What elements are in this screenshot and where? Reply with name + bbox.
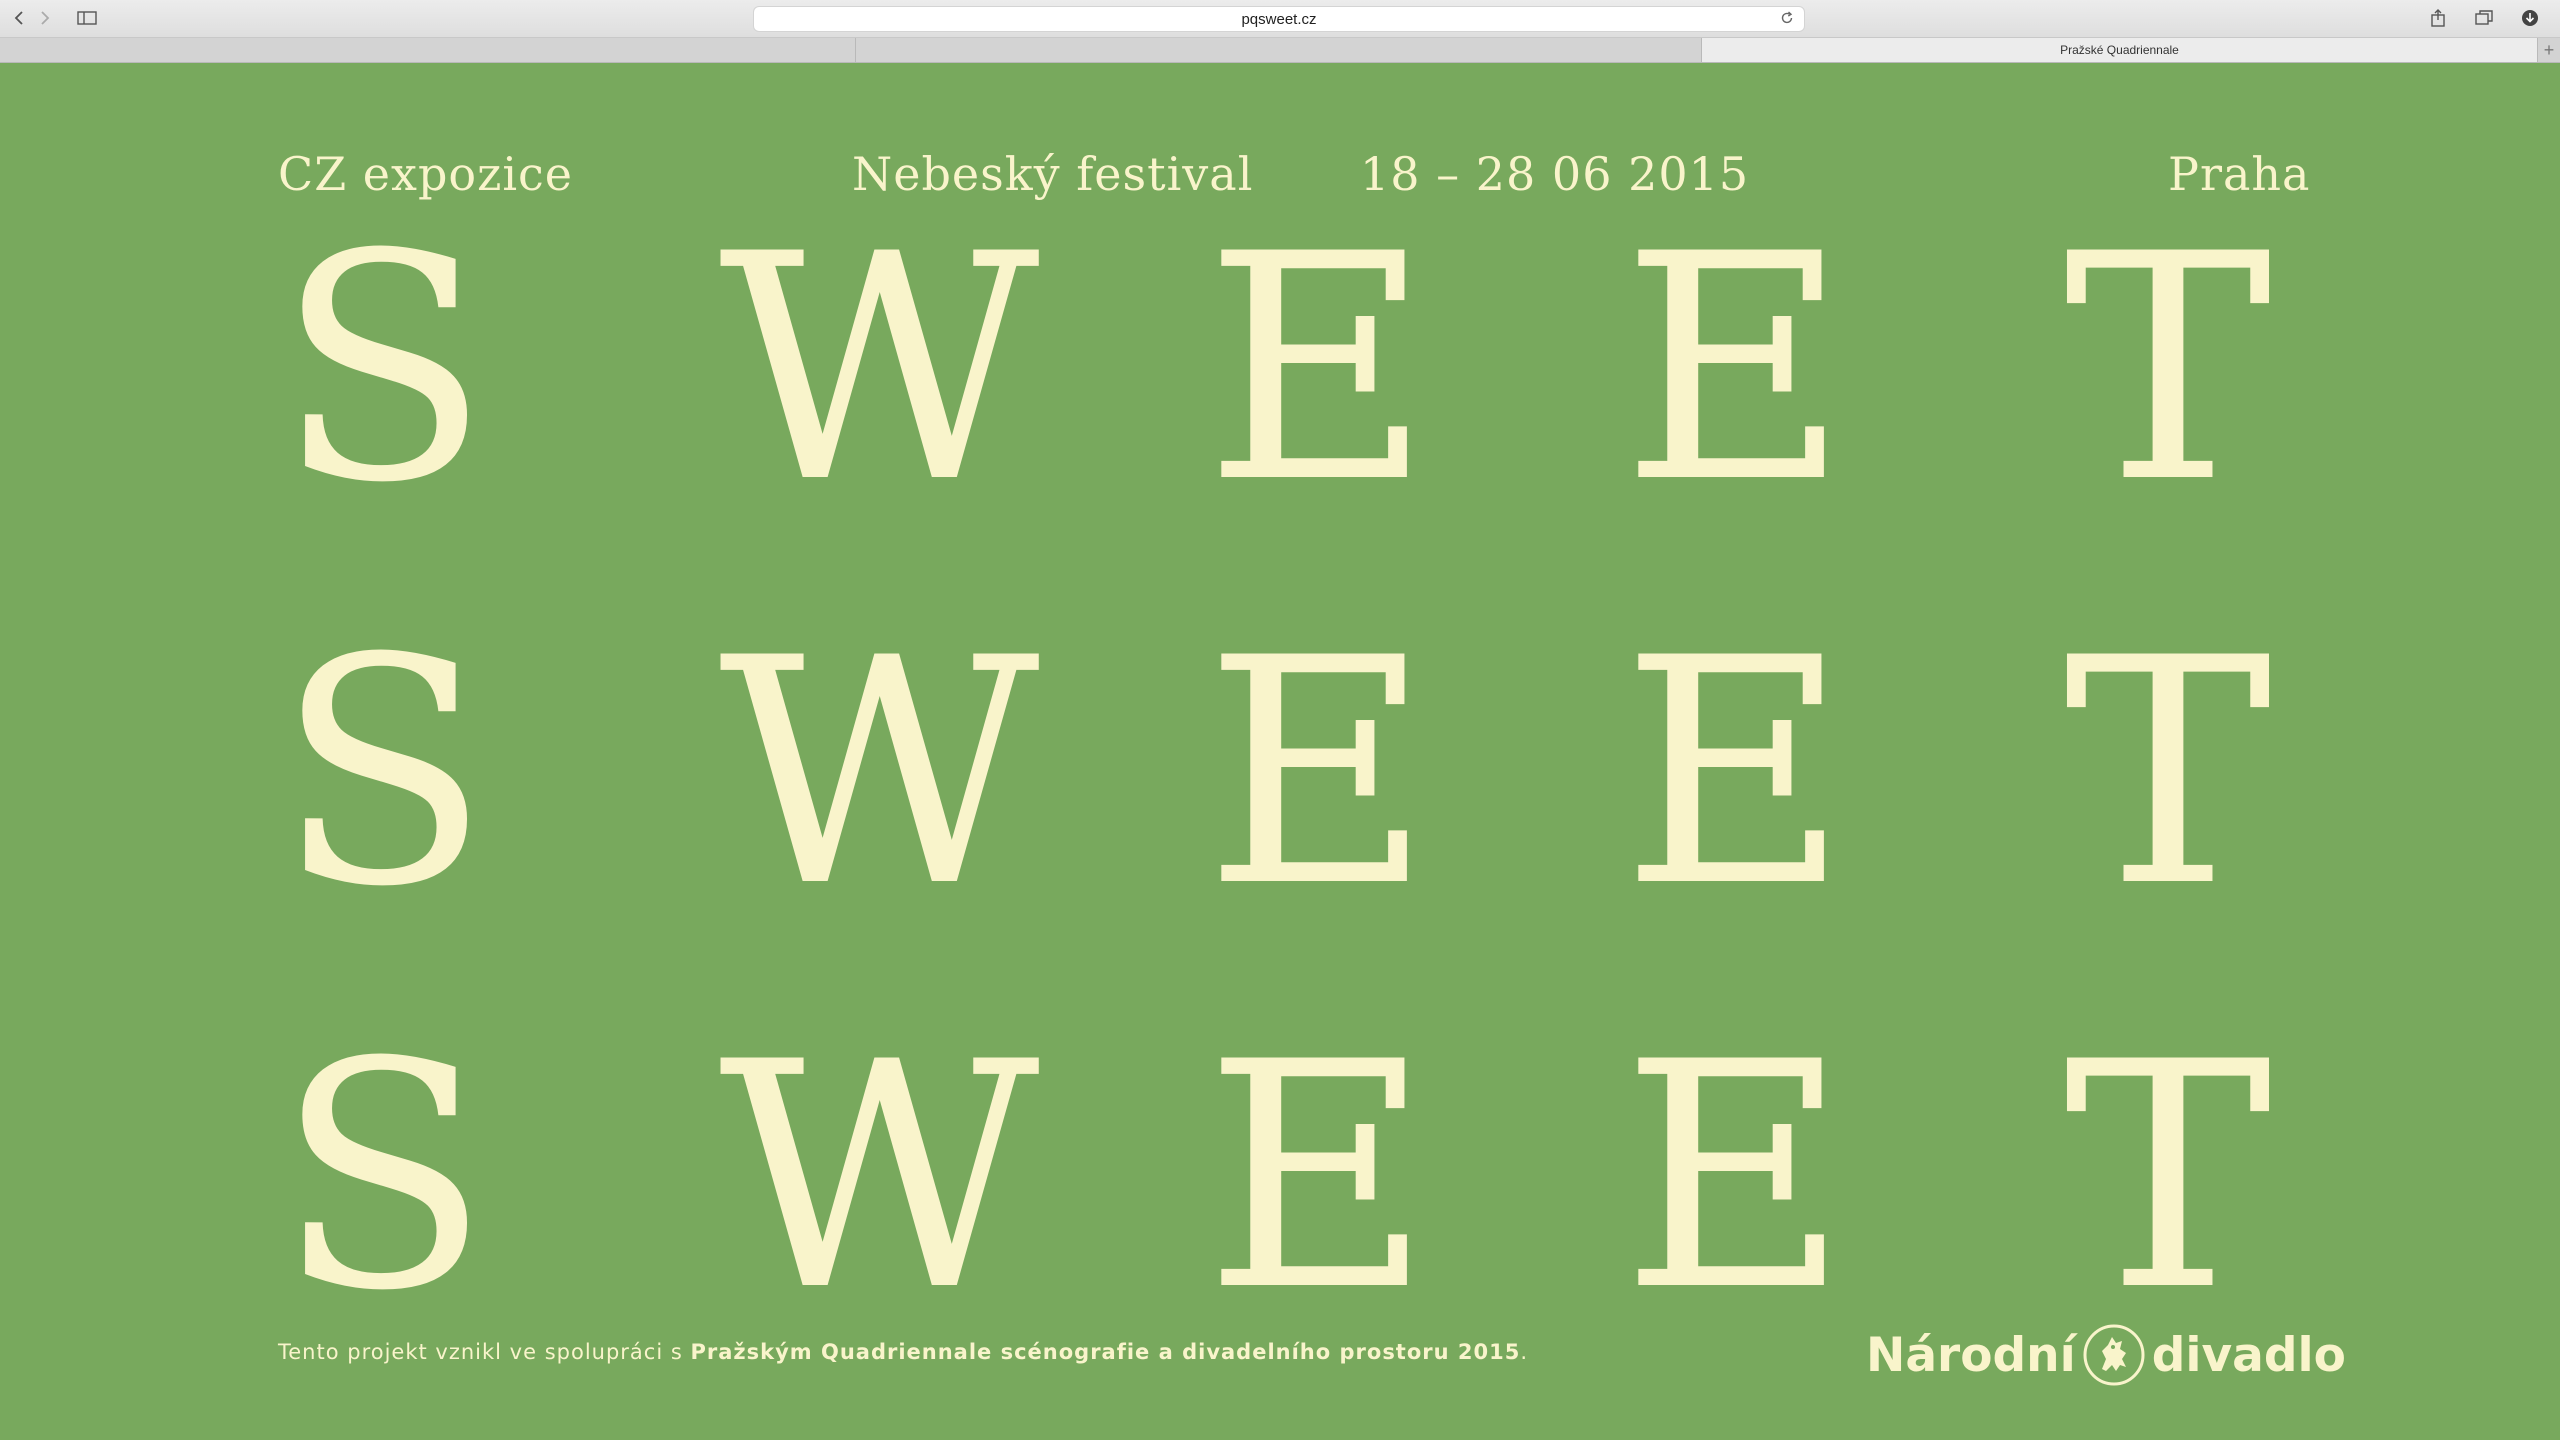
hero-letter: E bbox=[1204, 995, 1432, 1359]
tab-active[interactable]: Pražské Quadriennale bbox=[1702, 38, 2538, 62]
hero-letter: W bbox=[719, 187, 1040, 551]
narodni-divadlo-logo[interactable]: Národní divadlo bbox=[1866, 1320, 2346, 1390]
credit-link[interactable]: Pražským Quadriennale scénografie a diva… bbox=[690, 1340, 1520, 1364]
hero-letter: E bbox=[1621, 591, 1849, 955]
hero-letter: T bbox=[2063, 995, 2273, 1359]
hero-letter: E bbox=[1621, 995, 1849, 1359]
hero-letter: T bbox=[2063, 591, 2273, 955]
credit-suffix: . bbox=[1520, 1340, 1529, 1364]
sidebar-icon[interactable] bbox=[72, 6, 102, 30]
hero-letter: W bbox=[719, 995, 1040, 1359]
tab-label: Pražské Quadriennale bbox=[2060, 43, 2179, 57]
hero-letter: E bbox=[1204, 591, 1432, 955]
browser-chrome: pqsweet.cz Pražské Quadriennale + bbox=[0, 0, 2560, 63]
lion-emblem-icon bbox=[2083, 1324, 2145, 1386]
address-bar[interactable]: pqsweet.cz bbox=[754, 7, 1804, 31]
new-tab-button[interactable]: + bbox=[2538, 38, 2560, 62]
tabs-overview-icon[interactable] bbox=[2470, 6, 2498, 30]
logo-text-left: Národní bbox=[1866, 1327, 2076, 1383]
forward-icon[interactable] bbox=[34, 6, 56, 30]
page-content: CZ expozice Nebeský festival 18 – 28 06 … bbox=[0, 63, 2560, 1440]
hero-letter: E bbox=[1204, 187, 1432, 551]
logo-text-right: divadlo bbox=[2151, 1327, 2346, 1383]
browser-toolbar: pqsweet.cz bbox=[0, 0, 2560, 38]
share-icon[interactable] bbox=[2424, 6, 2452, 30]
credit-text: Tento projekt vznikl ve spolupráci s Pra… bbox=[278, 1340, 1528, 1364]
tab-bar: Pražské Quadriennale + bbox=[0, 38, 2560, 63]
hero-letter: W bbox=[719, 591, 1040, 955]
address-text: pqsweet.cz bbox=[1241, 10, 1317, 28]
hero-letter: E bbox=[1621, 187, 1849, 551]
downloads-icon[interactable] bbox=[2516, 6, 2544, 30]
tab-1[interactable] bbox=[0, 38, 856, 62]
hero-letter: S bbox=[276, 187, 490, 551]
credit-prefix: Tento projekt vznikl ve spolupráci s bbox=[278, 1340, 691, 1364]
reload-icon[interactable] bbox=[1780, 11, 1794, 29]
hero-letter: T bbox=[2063, 187, 2273, 551]
tab-2[interactable] bbox=[856, 38, 1702, 62]
hero-letter: S bbox=[276, 591, 490, 955]
hero-letter: S bbox=[276, 995, 490, 1359]
back-icon[interactable] bbox=[8, 6, 30, 30]
